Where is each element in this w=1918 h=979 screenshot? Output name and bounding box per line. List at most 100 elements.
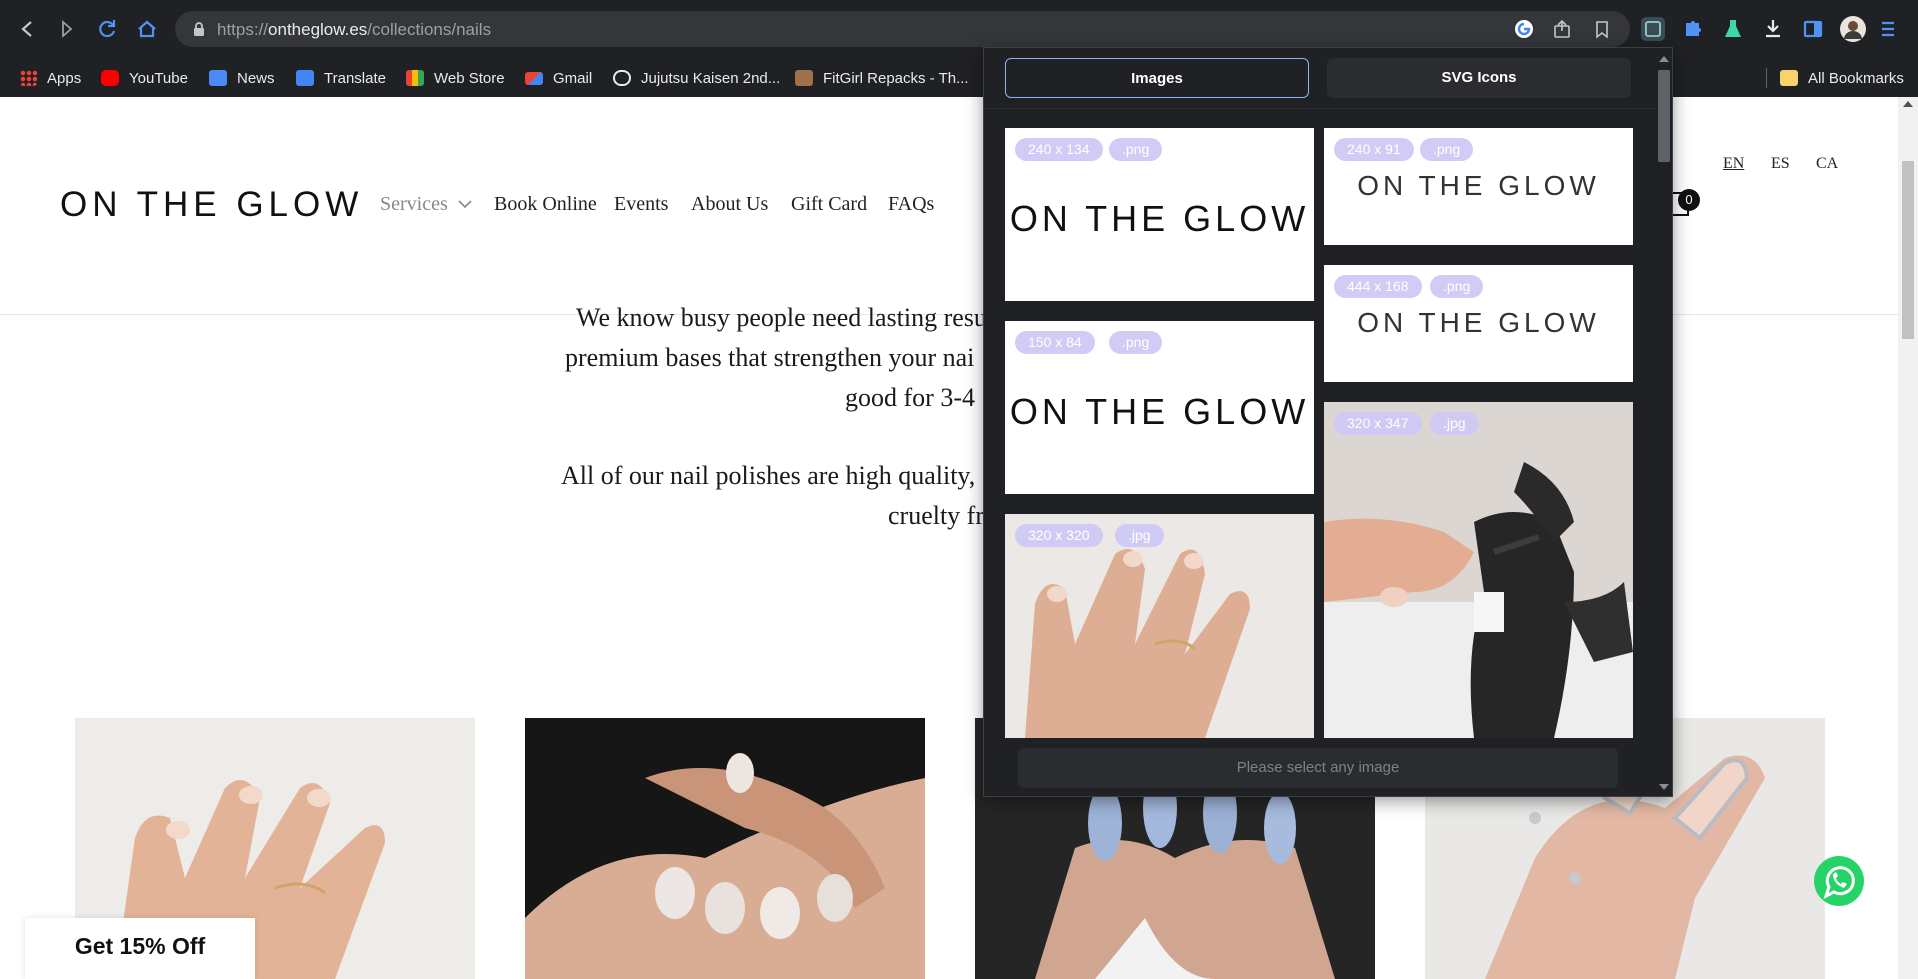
address-bar[interactable]: https://ontheglow.es/collections/nails: [175, 11, 1630, 47]
body-text-line: good for 3-4: [845, 383, 975, 412]
image-card[interactable]: 320 x 347 .jpg: [1324, 402, 1633, 738]
nav-events[interactable]: Events: [614, 193, 668, 216]
image-size-badge: 444 x 168: [1334, 275, 1422, 298]
menu-dots-icon[interactable]: [1878, 14, 1898, 44]
image-card[interactable]: ON THE GLOW 240 x 134 .png: [1005, 128, 1314, 301]
translate-icon: [296, 70, 314, 86]
gmail-icon: [525, 71, 543, 85]
bookmark-label: Web Store: [434, 69, 505, 87]
bookmark-apps[interactable]: Apps: [20, 67, 81, 89]
discount-popup-button[interactable]: Get 15% Off: [25, 918, 255, 979]
bookmark-youtube[interactable]: YouTube: [101, 67, 188, 89]
profile-avatar[interactable]: [1838, 14, 1868, 44]
bookmark-fitgirl[interactable]: FitGirl Repacks - Th...: [795, 67, 969, 89]
side-panel-icon[interactable]: [1798, 14, 1828, 44]
bookmark-all[interactable]: All Bookmarks: [1780, 67, 1904, 89]
web-store-icon: [406, 70, 424, 86]
image-downloader-popup: Images SVG Icons ON THE GLOW 240 x 134 .…: [983, 47, 1673, 797]
select-image-status[interactable]: Please select any image: [1018, 748, 1618, 788]
language-en[interactable]: EN: [1723, 155, 1744, 173]
image-size-badge: 240 x 134: [1015, 138, 1103, 161]
image-card[interactable]: ON THE GLOW 444 x 168 .png: [1324, 265, 1633, 382]
lock-icon[interactable]: [191, 21, 207, 37]
body-text-line: cruelty fr: [888, 501, 985, 530]
bookmark-translate[interactable]: Translate: [296, 67, 386, 89]
bookmarks-divider: [1766, 68, 1767, 88]
image-size-badge: 320 x 320: [1015, 524, 1103, 547]
bookmark-label: Gmail: [553, 69, 593, 87]
image-format-badge: .png: [1430, 275, 1484, 298]
home-icon[interactable]: [132, 14, 162, 44]
image-card-preview: [1005, 514, 1314, 738]
language-es[interactable]: ES: [1771, 155, 1790, 173]
image-card-preview: ON THE GLOW: [1357, 307, 1600, 338]
page-scrollbar[interactable]: [1898, 97, 1918, 979]
share-icon[interactable]: [1551, 18, 1573, 40]
nav-faqs[interactable]: FAQs: [888, 193, 934, 216]
nav-services-label: Services: [380, 193, 448, 215]
image-card-preview: [1324, 402, 1633, 738]
bookmark-label: Translate: [324, 69, 386, 87]
bookmark-jujutsu[interactable]: Jujutsu Kaisen 2nd...: [613, 67, 780, 89]
folder-icon: [1780, 70, 1798, 86]
image-format-badge: .png: [1109, 331, 1163, 354]
image-card-preview: ON THE GLOW: [1009, 198, 1310, 239]
bookmark-label: Jujutsu Kaisen 2nd...: [641, 69, 781, 87]
image-card[interactable]: ON THE GLOW 240 x 91 .png: [1324, 128, 1633, 245]
scroll-up-arrow-icon[interactable]: [1659, 56, 1669, 62]
scroll-down-arrow-icon[interactable]: [1659, 784, 1669, 790]
image-card-preview: ON THE GLOW: [1009, 391, 1310, 432]
back-icon[interactable]: [12, 14, 42, 44]
url-domain: ontheglow.es: [268, 20, 368, 39]
labs-flask-icon[interactable]: [1718, 14, 1748, 44]
image-size-badge: 150 x 84: [1015, 331, 1095, 354]
cart-count-badge: 0: [1678, 189, 1700, 211]
bookmark-label: News: [237, 69, 275, 87]
nav-gift-card[interactable]: Gift Card: [791, 193, 867, 216]
bookmark-web-store[interactable]: Web Store: [406, 67, 505, 89]
image-card-preview: ON THE GLOW: [1357, 170, 1600, 201]
bookmark-gmail[interactable]: Gmail: [525, 67, 592, 89]
fitgirl-icon: [795, 70, 813, 86]
google-lens-icon[interactable]: [1513, 18, 1535, 40]
extensions-puzzle-icon[interactable]: [1678, 14, 1708, 44]
anime-site-icon: [613, 70, 631, 86]
downloads-icon[interactable]: [1758, 14, 1788, 44]
image-format-badge: .jpg: [1115, 524, 1164, 547]
image-downloader-extension-icon[interactable]: [1638, 14, 1668, 44]
bookmark-news[interactable]: News: [209, 67, 275, 89]
image-format-badge: .png: [1420, 138, 1474, 161]
popup-scrollbar[interactable]: [1654, 48, 1672, 796]
url-prefix: https://: [217, 20, 269, 39]
youtube-icon: [101, 70, 119, 86]
body-text-line: All of our nail polishes are high qualit…: [561, 461, 976, 490]
whatsapp-icon[interactable]: [1812, 854, 1866, 908]
image-size-badge: 320 x 347: [1334, 412, 1422, 435]
language-ca[interactable]: CA: [1816, 155, 1838, 173]
site-logo[interactable]: ON THE GLOW: [60, 185, 363, 225]
image-format-badge: .jpg: [1430, 412, 1479, 435]
popup-scrollbar-thumb[interactable]: [1658, 70, 1670, 162]
nav-about-us[interactable]: About Us: [691, 193, 768, 216]
url-path: /collections/nails: [367, 20, 492, 39]
tab-svg-icons[interactable]: SVG Icons: [1327, 58, 1631, 98]
url-text[interactable]: https://ontheglow.es/collections/nails: [217, 20, 491, 40]
image-card[interactable]: 320 x 320 .jpg: [1005, 514, 1314, 738]
bookmark-label: YouTube: [129, 69, 188, 87]
tab-images[interactable]: Images: [1005, 58, 1309, 98]
image-format-badge: .png: [1109, 138, 1163, 161]
page-scrollbar-thumb[interactable]: [1902, 161, 1914, 339]
popup-divider: [984, 108, 1654, 109]
nav-services[interactable]: Services: [380, 193, 473, 216]
bookmark-label: FitGirl Repacks - Th...: [823, 69, 969, 87]
apps-grid-icon: [20, 70, 37, 86]
nav-book-online[interactable]: Book Online: [494, 193, 597, 216]
product-image-pearl-nails[interactable]: [525, 718, 925, 979]
forward-icon[interactable]: [52, 14, 82, 44]
body-text-line: premium bases that strengthen your nai: [565, 343, 975, 372]
chevron-down-icon: [458, 200, 472, 209]
image-card[interactable]: ON THE GLOW 150 x 84 .png: [1005, 321, 1314, 494]
bookmark-star-icon[interactable]: [1591, 18, 1613, 40]
reload-icon[interactable]: [92, 14, 122, 44]
scroll-up-arrow-icon[interactable]: [1903, 101, 1913, 107]
